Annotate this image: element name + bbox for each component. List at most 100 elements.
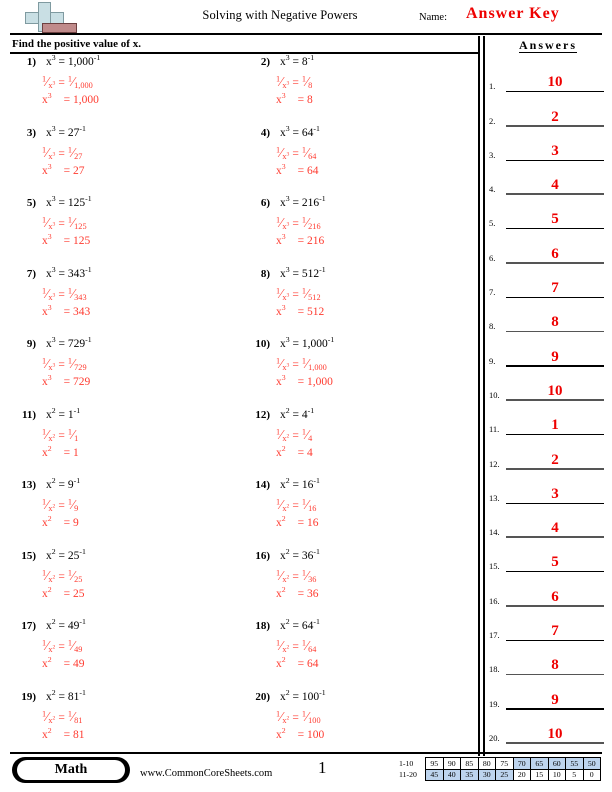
work-step-answer: x2 = 49 bbox=[42, 655, 85, 670]
work-step-answer: x2 = 36 bbox=[276, 584, 319, 600]
answer-value: 3 bbox=[551, 142, 559, 159]
work-step-one: 1⁄x2 = 1⁄81 bbox=[42, 708, 83, 725]
problem-number: 4) bbox=[260, 126, 270, 139]
answer-value: 4 bbox=[551, 177, 559, 194]
problem-number: 13) bbox=[21, 479, 36, 491]
answer-row: 3. 3 bbox=[489, 127, 607, 161]
answer-row: 14. 4 bbox=[489, 504, 607, 539]
work-step-one: 1⁄x2 = 1⁄4 bbox=[276, 426, 313, 443]
plus-block-logo-icon bbox=[18, 2, 80, 35]
instruction-divider bbox=[10, 52, 478, 54]
answer-row-number: 19. bbox=[489, 698, 500, 709]
answer-blank-line[interactable] bbox=[506, 742, 604, 744]
answer-row-number: 6. bbox=[489, 252, 496, 263]
work-step-one: 1⁄x2 = 1⁄100 bbox=[276, 708, 321, 725]
score-cell: 85 bbox=[460, 757, 479, 770]
answer-row: 4. 4 bbox=[489, 161, 607, 196]
score-cell: 50 bbox=[582, 757, 601, 770]
work-step-one: 1⁄x2 = 1⁄16 bbox=[276, 497, 317, 514]
answer-row: 16. 6 bbox=[489, 572, 607, 607]
answer-value: 10 bbox=[547, 725, 563, 742]
score-cell: 45 bbox=[425, 768, 444, 781]
score-cell: 40 bbox=[442, 768, 461, 781]
work-step-one: 1⁄x2 = 1⁄49 bbox=[42, 638, 83, 655]
problem-number: 2) bbox=[260, 56, 270, 68]
answer-row: 9. 9 bbox=[489, 332, 607, 367]
problem-equation: x3 = 1,000-1 bbox=[280, 335, 335, 350]
problem-equation: x2 = 9-1 bbox=[46, 476, 81, 491]
work-step-one: 1⁄x3 = 1⁄512 bbox=[276, 285, 321, 302]
answer-row: 17. 7 bbox=[489, 607, 607, 642]
answer-row: 5. 5 bbox=[489, 195, 607, 230]
work-step-answer: x3 = 729 bbox=[42, 373, 91, 388]
answer-value: 3 bbox=[551, 485, 559, 502]
problem-equation: x2 = 49-1 bbox=[46, 617, 86, 632]
work-step-one: 1⁄x3 = 1⁄1,000 bbox=[42, 74, 93, 91]
answer-row: 10. 10 bbox=[489, 367, 607, 401]
work-step-one: 1⁄x3 = 1⁄1,000 bbox=[276, 356, 327, 373]
problem-equation: x3 = 216-1 bbox=[280, 194, 326, 209]
work-step-one: 1⁄x3 = 1⁄343 bbox=[42, 285, 87, 302]
problem-number: 5) bbox=[26, 197, 36, 209]
work-step-one: 1⁄x3 = 1⁄27 bbox=[42, 144, 83, 161]
work-step-answer: x3 = 512 bbox=[276, 302, 325, 318]
problem-equation: x2 = 36-1 bbox=[280, 546, 320, 562]
work-step-one: 1⁄x3 = 1⁄8 bbox=[276, 74, 313, 91]
answer-row: 8. 8 bbox=[489, 298, 607, 333]
footer-divider bbox=[10, 752, 602, 754]
problem-number: 19) bbox=[21, 690, 36, 703]
work-step-answer: x3 = 343 bbox=[42, 302, 91, 318]
answer-value: 7 bbox=[551, 623, 559, 640]
problem-number: 10) bbox=[255, 338, 270, 350]
work-step-one: 1⁄x2 = 1⁄64 bbox=[276, 638, 317, 655]
site-url: www.CommonCoreSheets.com bbox=[140, 768, 273, 779]
problem-equation: x2 = 1-1 bbox=[46, 405, 81, 421]
problem-equation: x3 = 1,000-1 bbox=[46, 53, 101, 68]
score-cell: 55 bbox=[565, 757, 584, 770]
answer-row: 2. 2 bbox=[489, 92, 607, 127]
problem-number: 12) bbox=[255, 408, 270, 421]
work-step-answer: x2 = 25 bbox=[42, 584, 85, 600]
problem-number: 14) bbox=[255, 479, 270, 491]
instruction-text: Find the positive value of x. bbox=[12, 38, 141, 50]
problem-number: 15) bbox=[21, 549, 36, 562]
problem-equation: x3 = 729-1 bbox=[46, 335, 92, 350]
problem-equation: x2 = 16-1 bbox=[280, 476, 320, 491]
problem-equation: x3 = 27-1 bbox=[46, 123, 86, 139]
problem-number: 3) bbox=[26, 126, 36, 139]
answer-row-number: 3. bbox=[489, 149, 496, 160]
work-step-answer: x2 = 1 bbox=[42, 443, 79, 459]
work-step-answer: x3 = 1,000 bbox=[276, 373, 333, 388]
answer-key-stamp: Answer Key bbox=[466, 5, 560, 22]
work-step-answer: x3 = 64 bbox=[276, 161, 319, 177]
work-step-one: 1⁄x2 = 1⁄25 bbox=[42, 567, 83, 584]
problem-number: 1) bbox=[26, 56, 36, 68]
work-step-answer: x2 = 16 bbox=[276, 514, 319, 529]
score-cell: 10 bbox=[547, 768, 566, 781]
answer-value: 2 bbox=[551, 108, 559, 125]
answer-row-number: 10. bbox=[489, 389, 500, 400]
answer-value: 7 bbox=[551, 280, 559, 297]
answer-value: 8 bbox=[551, 314, 559, 331]
score-cell: 35 bbox=[460, 768, 479, 781]
answers-divider-line-inner bbox=[483, 36, 485, 756]
page-title: Solving with Negative Powers bbox=[202, 8, 358, 22]
work-step-answer: x2 = 64 bbox=[276, 655, 319, 670]
answer-row-number: 9. bbox=[489, 355, 496, 366]
problem-number: 11) bbox=[21, 408, 36, 421]
answer-row-number: 18. bbox=[489, 664, 500, 675]
problem-number: 18) bbox=[255, 620, 270, 632]
score-cell: 25 bbox=[495, 768, 514, 781]
answer-value: 1 bbox=[551, 417, 559, 434]
score-cell: 65 bbox=[530, 757, 549, 770]
answer-row: 1. 10 bbox=[489, 58, 607, 93]
answer-row: 20. 10 bbox=[489, 710, 607, 744]
subject-badge: Math bbox=[12, 757, 130, 783]
work-step-answer: x2 = 81 bbox=[42, 725, 85, 741]
work-step-one: 1⁄x3 = 1⁄64 bbox=[276, 144, 317, 161]
score-row: 1-10 95 90 85 80 75 70 65 60 55 50 bbox=[399, 757, 601, 770]
problem-equation: x3 = 512-1 bbox=[280, 264, 326, 280]
page-header: Solving with Negative Powers Name: Answe… bbox=[0, 0, 612, 36]
problem-equation: x3 = 125-1 bbox=[46, 194, 92, 209]
answer-row: 13. 3 bbox=[489, 470, 607, 504]
